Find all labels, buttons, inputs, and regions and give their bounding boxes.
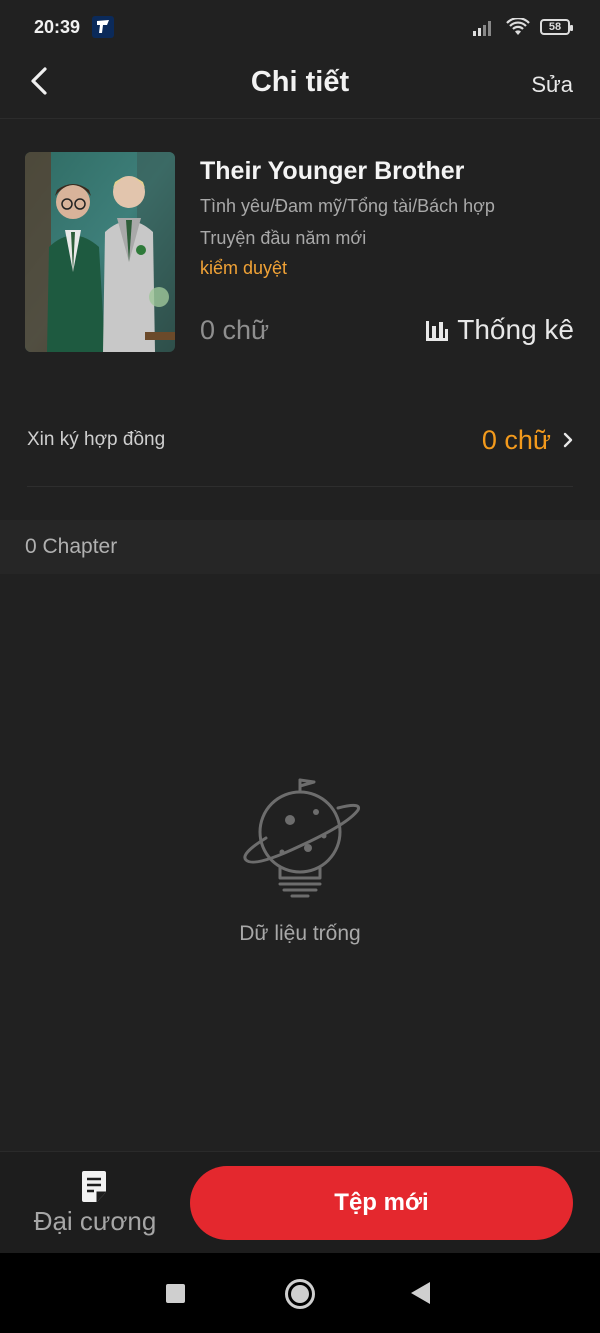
app-notification-icon [92, 16, 114, 38]
recents-square-icon[interactable] [166, 1284, 185, 1303]
contract-row[interactable]: Xin ký hợp đồng 0 chữ [27, 418, 573, 462]
battery-level: 58 [548, 21, 562, 33]
section-divider [27, 486, 573, 487]
empty-state-text: Dữ liệu trống [239, 922, 361, 945]
header-divider [0, 118, 600, 119]
battery-icon: 58 [540, 19, 573, 35]
chapter-count: 0 Chapter [25, 535, 118, 558]
document-icon [82, 1171, 106, 1202]
bar-chart-icon [426, 321, 449, 341]
book-title: Their Younger Brother [200, 157, 465, 185]
back-triangle-icon[interactable] [411, 1282, 430, 1304]
chevron-right-icon [563, 432, 573, 448]
contract-label: Xin ký hợp đồng [27, 429, 166, 450]
book-cover-image[interactable] [25, 152, 175, 352]
book-tagline: Truyện đầu năm mới [200, 228, 367, 248]
outline-button[interactable]: Đại cương [24, 1168, 166, 1240]
signal-icon [473, 21, 491, 36]
home-circle-icon[interactable] [285, 1279, 315, 1309]
page-title: Chi tiết [250, 66, 350, 98]
outline-label: Đại cương [33, 1206, 157, 1236]
new-file-button[interactable]: Tệp mới [190, 1166, 573, 1240]
planet-lightbulb-icon [236, 776, 364, 904]
wifi-icon [506, 18, 530, 35]
status-time: 20:39 [34, 17, 81, 37]
stats-button[interactable]: Thống kê [425, 314, 574, 346]
status-icons: 58 [472, 18, 573, 36]
edit-button[interactable]: Sửa [531, 72, 573, 98]
review-status-badge: kiểm duyệt [200, 258, 288, 278]
word-count: 0 chữ [200, 315, 270, 345]
stats-label: Thống kê [457, 314, 574, 345]
contract-word-count: 0 chữ [481, 424, 551, 455]
contract-value: 0 chữ [482, 425, 573, 456]
book-genres: Tình yêu/Đam mỹ/Tổng tài/Bách hợp [200, 196, 495, 216]
